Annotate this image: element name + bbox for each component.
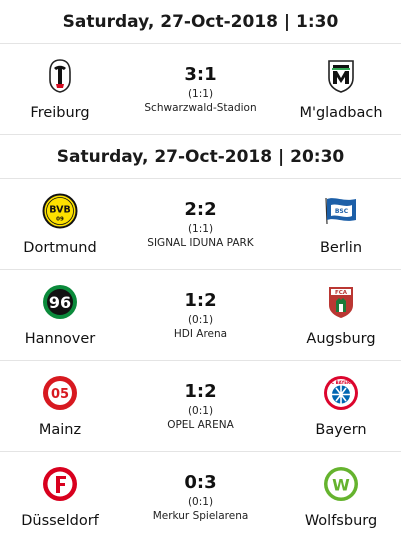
- score: 0:3: [184, 472, 217, 493]
- svg-text:96: 96: [49, 293, 71, 312]
- freiburg-crest-icon: [49, 59, 71, 93]
- svg-text:05: 05: [51, 387, 69, 402]
- home-team-name: Düsseldorf: [21, 513, 99, 529]
- venue: Merkur Spielarena: [152, 510, 249, 522]
- halftime-score: (0:1): [187, 496, 214, 508]
- dusseldorf-crest-icon: [43, 467, 77, 501]
- svg-text:FCA: FCA: [335, 290, 348, 296]
- halftime-score: (0:1): [187, 314, 214, 326]
- augsburg-crest-icon: FCA: [329, 287, 353, 318]
- bayern-crest-icon: FC BAYERN: [324, 376, 358, 410]
- score: 3:1: [184, 64, 217, 85]
- svg-text:FC BAYERN: FC BAYERN: [329, 380, 354, 385]
- score: 2:2: [184, 199, 217, 220]
- home-team-name: Hannover: [24, 331, 96, 347]
- match-center: 1:2 (0:1) HDI Arena: [120, 270, 281, 361]
- home-team[interactable]: Düsseldorf: [0, 452, 120, 540]
- date-header: Saturday, 27-Oct-2018 | 1:30: [0, 0, 401, 44]
- match-center: 3:1 (1:1) Schwarzwald-Stadion: [120, 44, 281, 135]
- svg-text:09: 09: [56, 217, 64, 223]
- venue: HDI Arena: [173, 328, 228, 340]
- match-center: 0:3 (0:1) Merkur Spielarena: [120, 452, 281, 540]
- halftime-score: (1:1): [187, 88, 214, 100]
- match-center: 2:2 (1:1) SIGNAL IDUNA PARK: [120, 179, 281, 270]
- home-team-name: Dortmund: [23, 240, 97, 256]
- dortmund-crest-icon: BVB 09: [42, 193, 78, 229]
- home-team[interactable]: 05 Mainz: [0, 361, 120, 452]
- home-team-name: Mainz: [38, 422, 82, 438]
- match-row[interactable]: 96 Hannover 1:2 (0:1) HDI Arena FCA Augs…: [0, 270, 401, 361]
- svg-text:BSC: BSC: [335, 208, 349, 215]
- halftime-score: (1:1): [187, 223, 214, 235]
- home-team[interactable]: Freiburg: [0, 44, 120, 135]
- wolfsburg-crest-icon: W: [324, 467, 358, 501]
- score: 1:2: [184, 381, 217, 402]
- fixtures-list: Saturday, 27-Oct-2018 | 1:30 Freiburg 3:…: [0, 0, 401, 540]
- score: 1:2: [184, 290, 217, 311]
- home-team[interactable]: BVB 09 Dortmund: [0, 179, 120, 270]
- away-team[interactable]: BSC Berlin: [281, 179, 401, 270]
- svg-text:W: W: [332, 476, 350, 495]
- hannover-96-crest-icon: 96: [43, 285, 77, 319]
- halftime-score: (0:1): [187, 405, 214, 417]
- venue: Schwarzwald-Stadion: [144, 102, 257, 114]
- home-team-name: Freiburg: [30, 105, 90, 121]
- svg-text:BVB: BVB: [49, 205, 70, 216]
- away-team[interactable]: M'gladbach: [281, 44, 401, 135]
- gladbach-crest-icon: [328, 60, 354, 93]
- away-team-name: M'gladbach: [299, 105, 383, 121]
- match-row[interactable]: 05 Mainz 1:2 (0:1) OPEL ARENA FC BAYERN …: [0, 361, 401, 452]
- away-team[interactable]: FC BAYERN Bayern: [281, 361, 401, 452]
- away-team-name: Augsburg: [306, 331, 376, 347]
- match-row[interactable]: Düsseldorf 0:3 (0:1) Merkur Spielarena W…: [0, 452, 401, 540]
- away-team[interactable]: FCA Augsburg: [281, 270, 401, 361]
- match-row[interactable]: BVB 09 Dortmund 2:2 (1:1) SIGNAL IDUNA P…: [0, 179, 401, 270]
- away-team-name: Wolfsburg: [304, 513, 378, 529]
- away-team-name: Berlin: [319, 240, 363, 256]
- hertha-berlin-crest-icon: BSC: [325, 197, 356, 225]
- home-team[interactable]: 96 Hannover: [0, 270, 120, 361]
- venue: SIGNAL IDUNA PARK: [147, 237, 254, 249]
- date-header: Saturday, 27-Oct-2018 | 20:30: [0, 135, 401, 179]
- match-center: 1:2 (0:1) OPEL ARENA: [120, 361, 281, 452]
- away-team[interactable]: W Wolfsburg: [281, 452, 401, 540]
- match-row[interactable]: Freiburg 3:1 (1:1) Schwarzwald-Stadion M…: [0, 44, 401, 135]
- venue: OPEL ARENA: [167, 419, 234, 431]
- mainz-05-crest-icon: 05: [43, 376, 77, 410]
- away-team-name: Bayern: [315, 422, 367, 438]
